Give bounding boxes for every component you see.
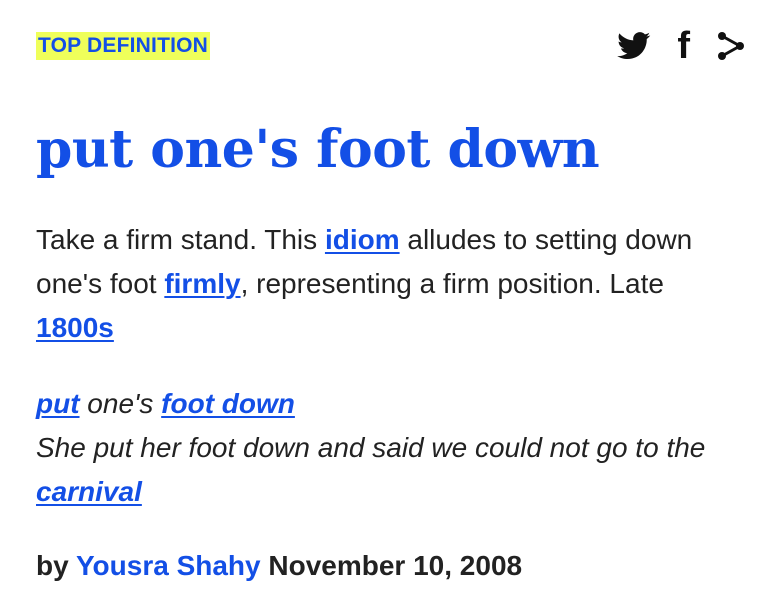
defined-word[interactable]: put one's foot down (36, 120, 746, 180)
example-text: one's (79, 388, 162, 419)
link-put[interactable]: put (36, 388, 80, 419)
meaning-text: Take a firm stand. This (36, 224, 325, 255)
twitter-icon[interactable] (617, 32, 651, 60)
meaning-text: , representing a firm position. Late (240, 268, 664, 299)
definition-card: TOP DEFINITION f put one's foot down Tak… (36, 27, 746, 586)
contributor-by: by (36, 550, 76, 581)
contributor-date: November 10, 2008 (260, 550, 523, 581)
top-definition-badge: TOP DEFINITION (36, 32, 211, 60)
contributor: by Yousra Shahy November 10, 2008 (36, 546, 746, 586)
example: put one's foot down She put her foot down… (36, 382, 746, 514)
link-firmly[interactable]: firmly (164, 268, 240, 299)
link-idiom[interactable]: idiom (325, 224, 400, 255)
link-foot-down[interactable]: foot down (161, 388, 295, 419)
example-text: She put her foot down and said we could … (36, 432, 706, 463)
link-carnival[interactable]: carnival (36, 476, 142, 507)
author-link[interactable]: Yousra Shahy (76, 550, 261, 581)
facebook-icon[interactable]: f (677, 27, 690, 65)
definition-header: TOP DEFINITION f (36, 27, 746, 68)
share-bar: f (617, 27, 746, 65)
share-icon[interactable] (716, 30, 746, 62)
meaning: Take a firm stand. This idiom alludes to… (36, 218, 746, 350)
link-1800s[interactable]: 1800s (36, 312, 114, 343)
